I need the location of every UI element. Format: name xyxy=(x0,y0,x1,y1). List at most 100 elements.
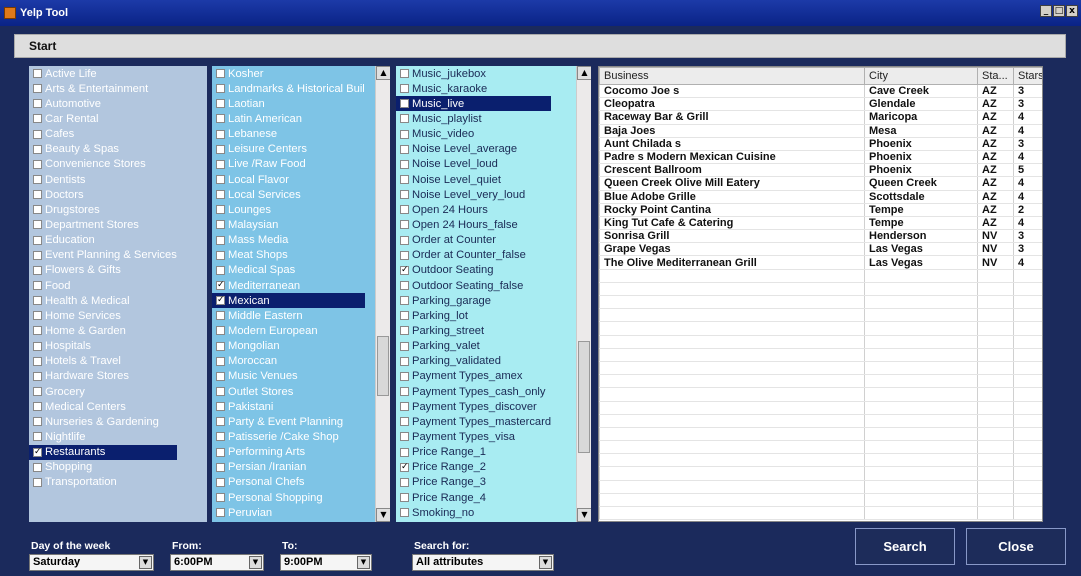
attribute-item[interactable]: Payment Types_cash_only xyxy=(396,384,551,399)
table-row[interactable]: Raceway Bar & Grill Maricopa AZ 4 xyxy=(599,110,1042,125)
checkbox[interactable]: ✓ xyxy=(400,462,409,472)
category-item[interactable]: Automotive xyxy=(29,96,177,111)
search-for-select[interactable]: All attributes ▼ xyxy=(412,554,554,571)
subcategory-item[interactable]: Lebanese xyxy=(212,127,365,142)
checkbox[interactable] xyxy=(400,144,409,154)
attribute-item[interactable]: Payment Types_discover xyxy=(396,399,551,414)
subcategory-item[interactable]: Personal Chefs xyxy=(212,475,365,490)
table-row[interactable]: Cocomo Joe s Cave Creek AZ 3 xyxy=(599,84,1042,99)
category-item[interactable]: Hotels & Travel xyxy=(29,354,177,369)
category-item[interactable]: Drugstores xyxy=(29,202,177,217)
attribute-item[interactable]: Open 24 Hours xyxy=(396,202,551,217)
to-select[interactable]: 9:00PM ▼ xyxy=(280,554,372,571)
table-row[interactable]: Blue Adobe Grille Scottsdale AZ 4 xyxy=(599,190,1042,204)
attribute-item[interactable]: Music_karaoke xyxy=(396,81,551,96)
attributes-list[interactable]: Music_jukebox Music_karaoke Music_live Musi… xyxy=(396,66,591,522)
table-row[interactable]: King Tut Cafe & Catering Tempe AZ 4 xyxy=(599,216,1042,231)
search-button[interactable]: Search xyxy=(855,528,955,565)
subcategory-item[interactable]: Leisure Centers xyxy=(212,142,365,157)
category-item[interactable]: Department Stores xyxy=(29,217,177,232)
subcategory-item[interactable]: Landmarks & Historical Buil xyxy=(212,81,365,96)
attribute-item[interactable]: Payment Types_visa xyxy=(396,429,551,444)
attribute-item[interactable]: Price Range_3 xyxy=(396,475,551,490)
checkbox[interactable] xyxy=(33,129,42,139)
checkbox[interactable] xyxy=(33,432,42,442)
subcategory-item[interactable]: Moroccan xyxy=(212,354,365,369)
close-window-button[interactable]: x xyxy=(1066,5,1078,17)
checkbox[interactable]: ✓ xyxy=(216,281,225,291)
checkbox[interactable] xyxy=(216,493,225,502)
attribute-item[interactable]: Music_live xyxy=(396,96,552,112)
checkbox[interactable] xyxy=(400,356,409,366)
subcategory-item[interactable]: Performing Arts xyxy=(212,445,365,460)
attribute-item[interactable]: Parking_valet xyxy=(396,339,551,354)
checkbox[interactable] xyxy=(33,281,42,291)
checkbox[interactable] xyxy=(216,114,225,124)
checkbox[interactable] xyxy=(33,250,42,260)
checkbox[interactable] xyxy=(216,235,225,245)
checkbox[interactable] xyxy=(400,220,409,230)
subcategory-item[interactable]: ✓ Mediterranean xyxy=(212,278,365,293)
checkbox[interactable] xyxy=(33,84,42,94)
category-item[interactable]: Car Rental xyxy=(29,111,177,126)
checkbox[interactable] xyxy=(400,114,409,124)
checkbox[interactable] xyxy=(33,371,42,381)
subcategory-item[interactable]: Live /Raw Food xyxy=(212,157,365,172)
category-item[interactable]: Home & Garden xyxy=(29,323,177,338)
checkbox[interactable] xyxy=(400,159,409,169)
checkbox[interactable] xyxy=(216,447,225,457)
subcategory-item[interactable]: Local Flavor xyxy=(212,172,365,187)
column-header[interactable]: Business xyxy=(599,67,865,85)
subcategory-item[interactable]: Mass Media xyxy=(212,233,365,248)
minimize-button[interactable]: _ xyxy=(1040,5,1052,17)
attribute-item[interactable]: Parking_lot xyxy=(396,308,551,323)
from-select[interactable]: 6:00PM ▼ xyxy=(170,554,264,571)
table-row[interactable]: Rocky Point Cantina Tempe AZ 2 xyxy=(599,203,1042,217)
checkbox[interactable] xyxy=(33,326,42,336)
attribute-item[interactable]: Music_jukebox xyxy=(396,66,551,81)
attribute-item[interactable]: Music_playlist xyxy=(396,111,551,126)
subcategory-item[interactable]: Personal Shopping xyxy=(212,490,365,505)
checkbox[interactable] xyxy=(33,402,42,412)
attribute-item[interactable]: Smoking_no xyxy=(396,505,551,520)
category-item[interactable]: Hardware Stores xyxy=(29,369,177,384)
category-item[interactable]: Food xyxy=(29,278,177,293)
checkbox[interactable] xyxy=(400,387,409,397)
scroll-up-icon[interactable]: ▲ xyxy=(577,66,591,80)
subcategory-item[interactable]: Persian /Iranian xyxy=(212,460,365,475)
subcategory-item[interactable]: ✓ Mexican xyxy=(212,293,365,309)
checkbox[interactable] xyxy=(400,235,409,245)
attribute-item[interactable]: Order at Counter_false xyxy=(396,248,551,263)
category-item[interactable]: Active Life xyxy=(29,66,177,81)
tab-start[interactable]: Start xyxy=(29,39,56,53)
table-row[interactable]: Sonrisa Grill Henderson NV 3 xyxy=(599,229,1042,244)
subcategory-item[interactable]: Party & Event Planning xyxy=(212,414,365,429)
checkbox[interactable] xyxy=(216,402,225,412)
attribute-item[interactable]: Parking_garage xyxy=(396,293,551,308)
checkbox[interactable] xyxy=(33,311,42,321)
subcategory-item[interactable]: Lounges xyxy=(212,202,365,217)
checkbox[interactable] xyxy=(216,250,225,260)
attribute-item[interactable]: ✓ Price Range_2 xyxy=(396,460,551,475)
checkbox[interactable] xyxy=(400,371,409,381)
checkbox[interactable] xyxy=(33,462,42,472)
checkbox[interactable] xyxy=(216,417,225,427)
checkbox[interactable] xyxy=(33,296,42,306)
scroll-up-icon[interactable]: ▲ xyxy=(376,66,390,80)
checkbox[interactable] xyxy=(400,508,409,518)
attribute-item[interactable]: Noise Level_average xyxy=(396,142,551,157)
category-item[interactable]: Hospitals xyxy=(29,339,177,354)
checkbox[interactable] xyxy=(400,296,409,306)
checkbox[interactable]: ✓ xyxy=(33,447,42,457)
category-item[interactable]: ✓ Restaurants xyxy=(29,444,177,460)
subcategory-item[interactable]: Medical Spas xyxy=(212,263,365,278)
category-item[interactable]: Medical Centers xyxy=(29,399,177,414)
checkbox[interactable] xyxy=(216,356,225,366)
attribute-item[interactable]: ✓ Outdoor Seating xyxy=(396,263,551,278)
table-row[interactable]: Aunt Chilada s Phoenix AZ 3 xyxy=(599,137,1042,151)
subcategory-item[interactable]: Modern European xyxy=(212,323,365,338)
checkbox[interactable] xyxy=(400,477,409,487)
category-item[interactable]: Beauty & Spas xyxy=(29,142,177,157)
checkbox[interactable] xyxy=(400,99,409,109)
attribute-item[interactable]: Parking_validated xyxy=(396,354,551,369)
